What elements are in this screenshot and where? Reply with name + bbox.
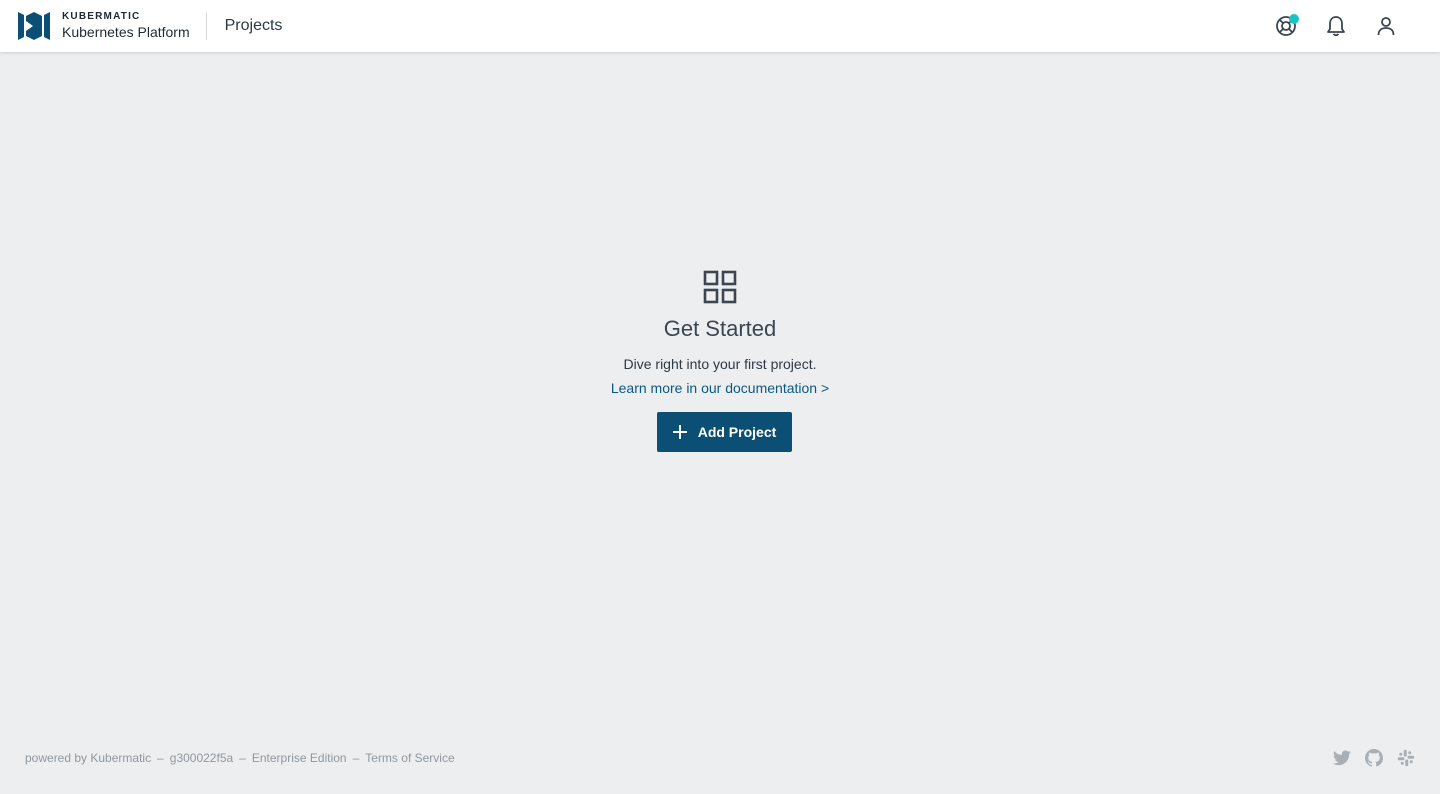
- empty-state: Get Started Dive right into your first p…: [0, 270, 1440, 452]
- bell-icon: [1327, 16, 1345, 37]
- twitter-icon: [1333, 750, 1351, 766]
- github-link[interactable]: [1364, 748, 1384, 768]
- documentation-link[interactable]: Learn more in our documentation >: [611, 380, 829, 396]
- top-bar: KUBERMATIC Kubernetes Platform Projects: [0, 0, 1440, 52]
- page-title: Projects: [224, 17, 283, 34]
- notifications-button[interactable]: [1318, 8, 1354, 44]
- footer-separator: –: [157, 751, 164, 765]
- kubermatic-logo-icon: [18, 12, 50, 40]
- user-icon: [1377, 17, 1395, 36]
- footer-separator: –: [352, 751, 360, 765]
- add-project-button[interactable]: Add Project: [656, 412, 792, 452]
- edition-text: Enterprise Edition: [251, 751, 347, 765]
- brand-logo-link[interactable]: KUBERMATIC Kubernetes Platform: [18, 0, 190, 52]
- plus-icon: [672, 425, 687, 439]
- powered-by-link[interactable]: powered by Kubermatic: [25, 751, 151, 765]
- footer: powered by Kubermatic – g300022f5a – Ent…: [25, 751, 455, 765]
- header-actions: [1254, 0, 1404, 52]
- empty-state-subtitle: Dive right into your first project.: [623, 356, 817, 372]
- terms-of-service-link[interactable]: Terms of Service: [365, 751, 454, 765]
- version-text: g300022f5a: [169, 751, 234, 765]
- header-divider: [205, 12, 207, 40]
- twitter-link[interactable]: [1332, 748, 1352, 768]
- brand-company: KUBERMATIC: [62, 11, 141, 22]
- slack-icon: [1397, 749, 1415, 767]
- add-project-label: Add Project: [697, 424, 777, 440]
- notification-badge: [1289, 14, 1299, 24]
- user-menu-button[interactable]: [1368, 8, 1404, 44]
- empty-state-title: Get Started: [663, 316, 777, 341]
- footer-separator: –: [239, 751, 246, 765]
- brand-product: Kubernetes Platform: [62, 24, 190, 40]
- github-icon: [1365, 749, 1383, 767]
- brand-text: KUBERMATIC Kubernetes Platform: [62, 11, 190, 41]
- social-links: [1320, 748, 1416, 768]
- slack-link[interactable]: [1396, 748, 1416, 768]
- help-button[interactable]: [1268, 8, 1304, 44]
- grid-icon: [703, 270, 737, 304]
